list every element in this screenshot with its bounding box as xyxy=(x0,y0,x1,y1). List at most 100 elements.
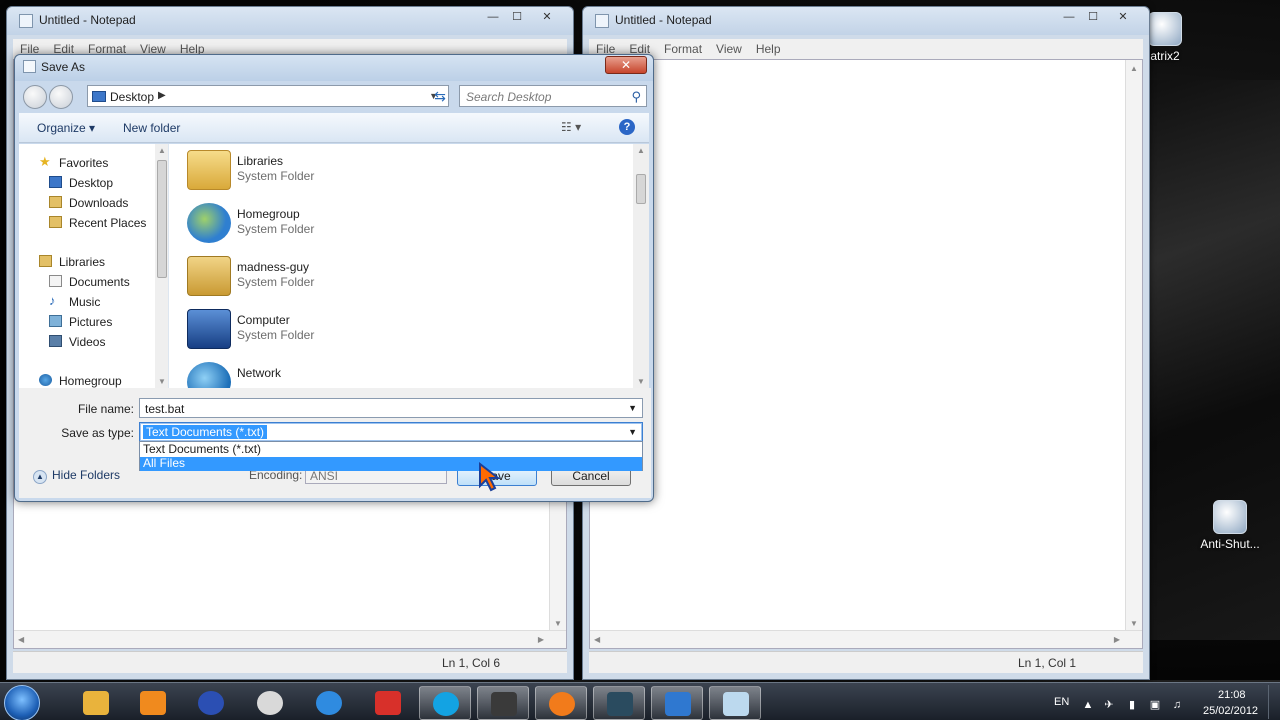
file-name: Homegroup xyxy=(237,207,300,221)
address-bar[interactable]: Desktop ▶ ▼ xyxy=(87,85,449,107)
horizontal-scrollbar[interactable]: ◀ ▶ xyxy=(14,630,566,648)
show-desktop-button[interactable] xyxy=(1268,685,1278,719)
show-hidden-icons-icon[interactable]: ▲ xyxy=(1082,699,1094,711)
save-as-dialog[interactable]: Save As ✕ Desktop ▶ ▼ ⇆ Search Desktop ⚲… xyxy=(14,54,654,502)
nav-music[interactable]: ♪ Music xyxy=(19,293,155,311)
scroll-up-icon[interactable]: ▲ xyxy=(158,146,166,155)
back-button[interactable] xyxy=(23,85,47,109)
scroll-up-icon[interactable]: ▲ xyxy=(637,146,645,155)
chevron-down-icon[interactable]: ▼ xyxy=(628,427,637,437)
scroll-left-icon[interactable]: ◀ xyxy=(18,635,24,644)
file-item-libraries[interactable]: Libraries System Folder xyxy=(187,148,487,196)
network-icon xyxy=(187,362,231,388)
nav-documents[interactable]: Documents xyxy=(19,273,155,291)
hide-folders-button[interactable]: ▲ Hide Folders xyxy=(33,468,120,484)
desktop-icon-anti-shut[interactable]: Anti-Shut... xyxy=(1190,500,1270,551)
menu-help[interactable]: Help xyxy=(749,39,788,56)
file-list-scrollbar[interactable]: ▲ ▼ xyxy=(633,144,649,388)
scrollbar-thumb[interactable] xyxy=(636,174,646,204)
nav-recent-places[interactable]: Recent Places xyxy=(19,214,155,232)
file-item-homegroup[interactable]: Homegroup System Folder xyxy=(187,201,487,249)
scroll-right-icon[interactable]: ▶ xyxy=(538,635,544,644)
nav-libraries[interactable]: Libraries xyxy=(19,253,155,271)
title-bar[interactable]: Untitled - Notepad — ☐ ✕ xyxy=(7,7,573,35)
maximize-button[interactable]: ☐ xyxy=(1081,9,1105,26)
search-icon[interactable]: ⚲ xyxy=(631,89,641,105)
nav-favorites[interactable]: ★ Favorites xyxy=(19,154,155,172)
taskbar-app-skype[interactable] xyxy=(419,686,471,720)
scroll-left-icon[interactable]: ◀ xyxy=(594,635,600,644)
clock-time[interactable]: 21:08 xyxy=(1218,689,1246,701)
taskbar-app-mail[interactable] xyxy=(535,686,587,720)
tray-app-icon[interactable]: ✈ xyxy=(1103,699,1115,711)
refresh-icon[interactable]: ⇆ xyxy=(429,85,451,107)
title-bar[interactable]: Untitled - Notepad — ☐ ✕ xyxy=(583,7,1149,35)
file-name-label: File name: xyxy=(77,402,134,416)
text-editor[interactable]: ▲ ▼ ◀ ▶ xyxy=(589,59,1143,649)
taskbar-app-clock[interactable] xyxy=(244,686,296,720)
clock-date[interactable]: 25/02/2012 xyxy=(1203,705,1258,717)
language-indicator[interactable]: EN xyxy=(1054,696,1069,708)
taskbar-app-internet-explorer[interactable] xyxy=(303,686,355,720)
notepad-window-right[interactable]: Untitled - Notepad — ☐ ✕ File Edit Format V… xyxy=(582,6,1150,680)
search-input[interactable]: Search Desktop ⚲ xyxy=(459,85,647,107)
taskbar-app-notepad[interactable] xyxy=(709,686,761,720)
scrollbar-thumb[interactable] xyxy=(157,160,167,278)
scroll-up-icon[interactable]: ▲ xyxy=(1130,64,1138,73)
forward-button[interactable] xyxy=(49,85,73,109)
taskbar-app-explorer[interactable] xyxy=(70,686,122,720)
nav-desktop[interactable]: Desktop xyxy=(19,174,155,192)
close-button[interactable]: ✕ xyxy=(605,56,647,74)
address-crumb-desktop[interactable]: Desktop xyxy=(110,90,154,104)
scroll-down-icon[interactable]: ▼ xyxy=(554,619,562,628)
scroll-down-icon[interactable]: ▼ xyxy=(1130,619,1138,628)
file-item-network[interactable]: Network xyxy=(187,360,487,388)
nav-scrollbar[interactable]: ▲ ▼ xyxy=(155,144,168,388)
nav-homegroup[interactable]: Homegroup xyxy=(19,372,155,388)
save-as-type-select[interactable]: Text Documents (*.txt) ▼ xyxy=(139,422,643,442)
maximize-button[interactable]: ☐ xyxy=(505,9,529,26)
start-button[interactable] xyxy=(4,685,40,720)
organize-button[interactable]: Organize ▾ xyxy=(37,121,95,135)
status-bar: Ln 1, Col 1 xyxy=(589,651,1143,673)
chevron-down-icon[interactable]: ▼ xyxy=(628,403,637,413)
hide-folders-label: Hide Folders xyxy=(52,468,121,482)
vertical-scrollbar[interactable]: ▲ ▼ xyxy=(1125,60,1142,630)
mouse-cursor-icon xyxy=(479,462,501,492)
minimize-button[interactable]: — xyxy=(481,9,505,26)
scroll-down-icon[interactable]: ▼ xyxy=(637,377,645,386)
taskbar-app-gmod[interactable] xyxy=(651,686,703,720)
change-view-icon[interactable]: ☷ ▾ xyxy=(561,120,581,134)
taskbar-app-game[interactable] xyxy=(477,686,529,720)
menu-format[interactable]: Format xyxy=(657,39,709,56)
skype-icon xyxy=(433,692,459,716)
dialog-title-bar[interactable]: Save As ✕ xyxy=(15,55,653,81)
close-button[interactable]: ✕ xyxy=(1111,9,1135,26)
power-icon[interactable]: ▣ xyxy=(1149,699,1161,711)
close-button[interactable]: ✕ xyxy=(535,9,559,26)
file-item-madness-guy[interactable]: madness-guy System Folder xyxy=(187,254,487,302)
help-icon[interactable]: ? xyxy=(619,119,635,135)
volume-icon[interactable]: ♫ xyxy=(1171,699,1183,711)
new-folder-button[interactable]: New folder xyxy=(123,121,180,135)
chevron-right-icon[interactable]: ▶ xyxy=(158,90,166,101)
minimize-button[interactable]: — xyxy=(1057,9,1081,26)
horizontal-scrollbar[interactable]: ◀ ▶ xyxy=(590,630,1142,648)
nav-pictures[interactable]: Pictures xyxy=(19,313,155,331)
file-type: System Folder xyxy=(237,222,315,236)
network-signal-icon[interactable]: ▮ xyxy=(1126,699,1138,711)
pictures-icon xyxy=(49,315,62,327)
taskbar-app-steam[interactable] xyxy=(593,686,645,720)
menu-view[interactable]: View xyxy=(709,39,749,56)
dropdown-option-text-documents[interactable]: Text Documents (*.txt) xyxy=(140,443,642,457)
file-item-computer[interactable]: Computer System Folder xyxy=(187,307,487,355)
nav-downloads[interactable]: Downloads xyxy=(19,194,155,212)
taskbar-app-pin[interactable] xyxy=(362,686,414,720)
taskbar-app[interactable] xyxy=(185,686,237,720)
file-name-input[interactable]: test.bat ▼ xyxy=(139,398,643,418)
dropdown-option-all-files[interactable]: All Files xyxy=(140,457,642,471)
scroll-right-icon[interactable]: ▶ xyxy=(1114,635,1120,644)
taskbar-app-media-player[interactable] xyxy=(127,686,179,720)
nav-videos[interactable]: Videos xyxy=(19,333,155,351)
scroll-down-icon[interactable]: ▼ xyxy=(158,377,166,386)
